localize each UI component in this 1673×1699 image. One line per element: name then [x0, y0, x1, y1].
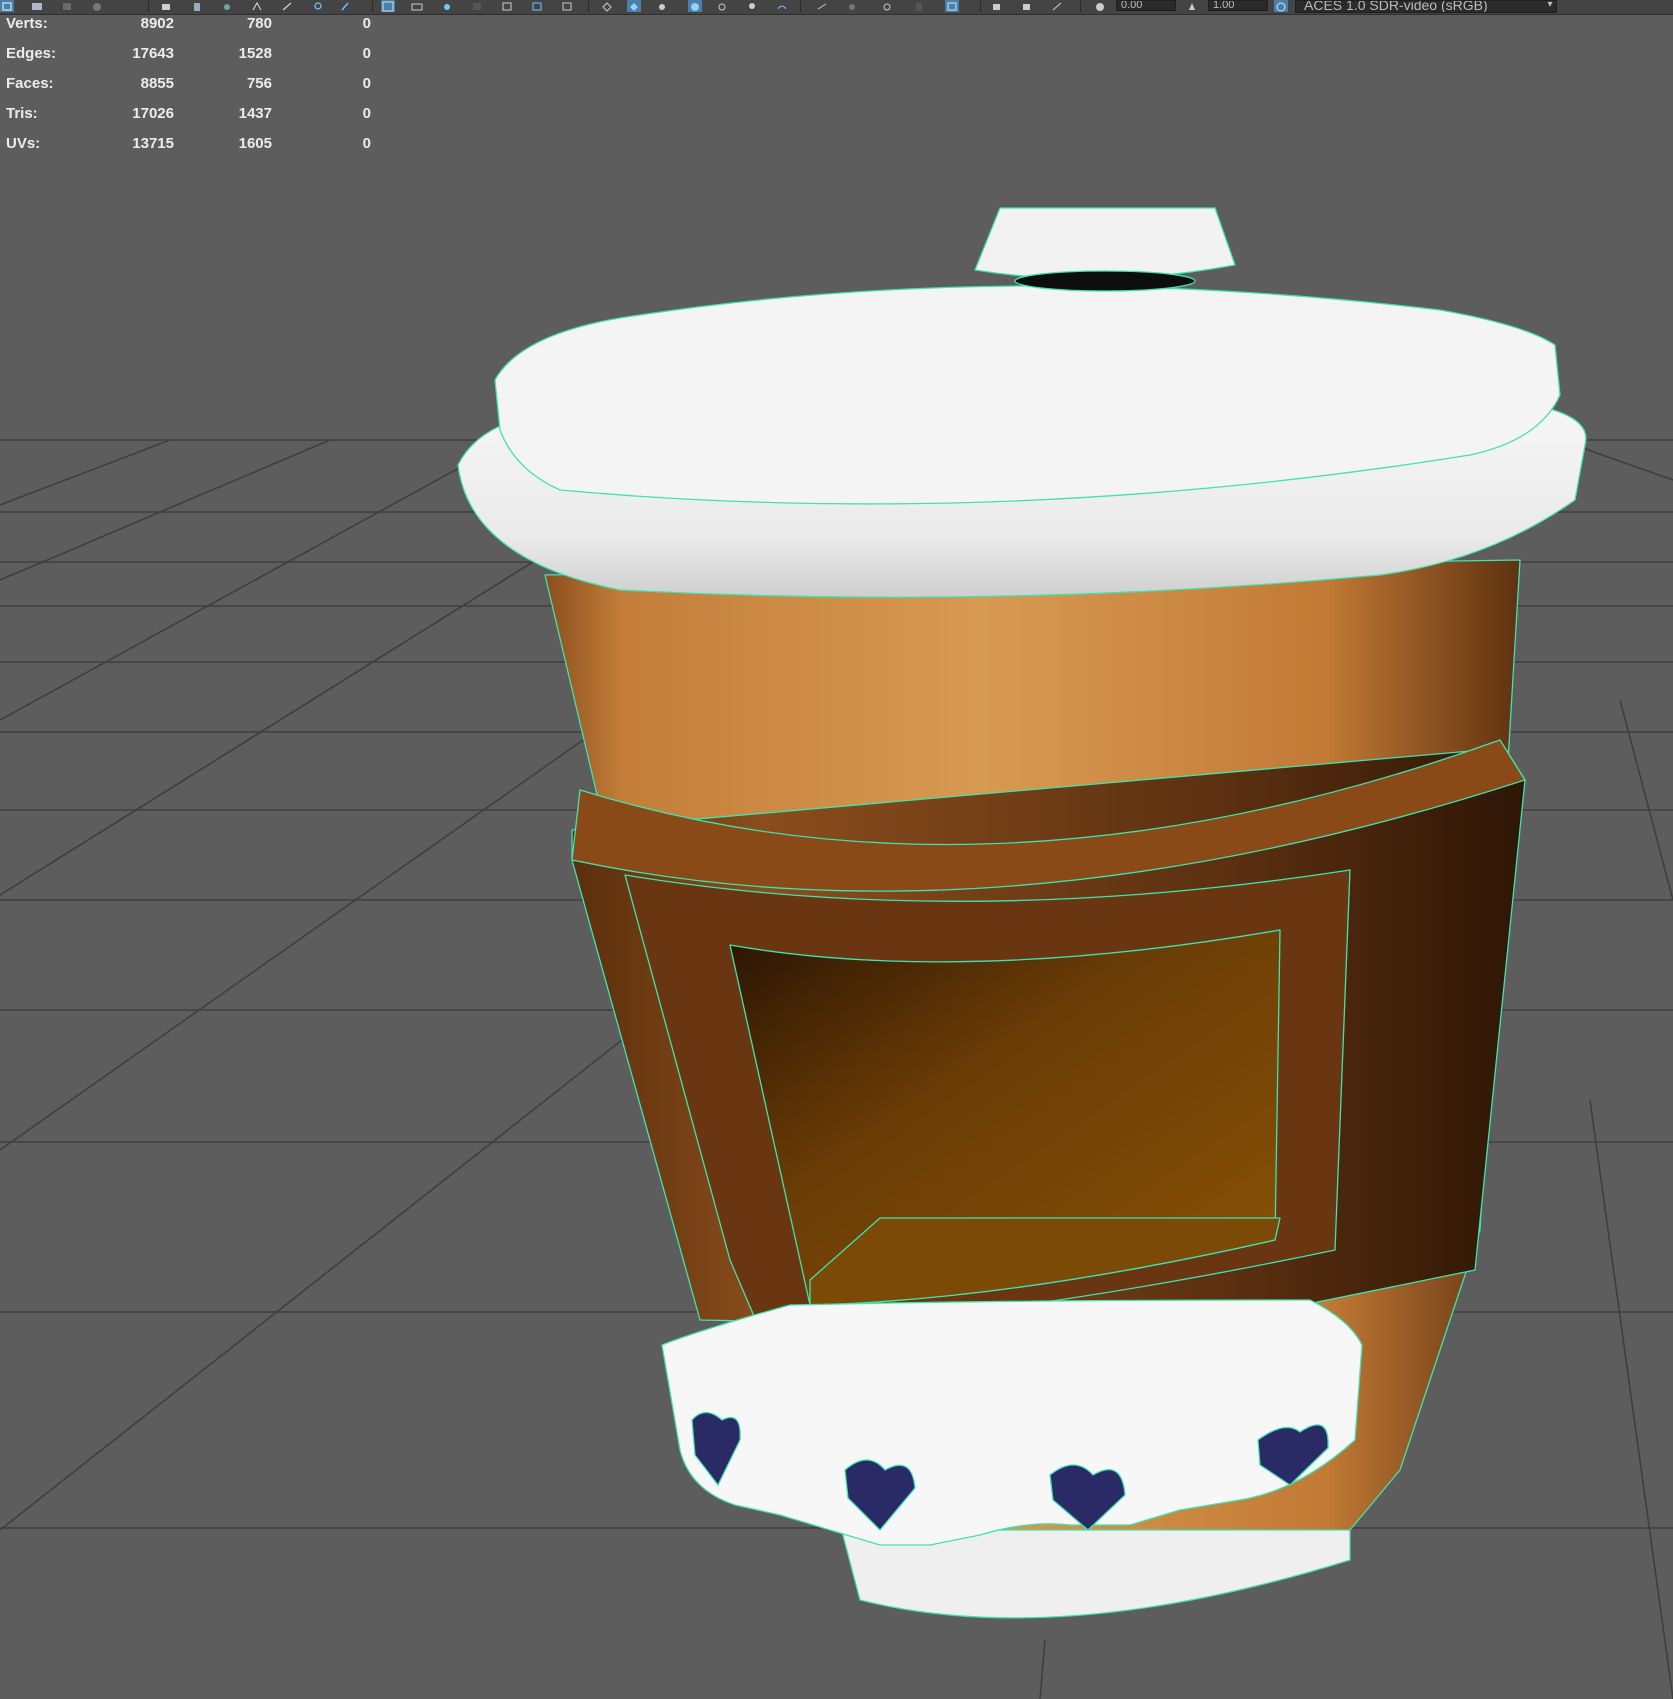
toolbar-separator	[980, 1, 981, 12]
view-transform-icon[interactable]	[1274, 0, 1288, 12]
gamma-control-icon[interactable]	[1185, 0, 1199, 12]
hud-value-selected: 756	[246, 75, 272, 92]
hud-label: UVs:	[6, 135, 41, 152]
ssao-icon[interactable]	[880, 0, 894, 12]
hud-value-uv: 0	[362, 45, 371, 62]
smooth-shade-icon[interactable]	[312, 0, 326, 12]
safe-action-icon[interactable]	[220, 0, 234, 12]
select-tool-icon[interactable]	[0, 0, 14, 12]
chevron-down-icon[interactable]: ▾	[1543, 0, 1557, 12]
lid-drink-hole	[1014, 270, 1196, 292]
film-gate-icon[interactable]	[160, 0, 174, 12]
toolbar-separator	[148, 1, 149, 12]
hud-value-uv: 0	[362, 135, 371, 152]
gamma-icon[interactable]	[600, 0, 614, 12]
hud-value-scene: 17643	[132, 45, 174, 62]
default-material-icon[interactable]	[688, 0, 702, 12]
depth-of-field-icon[interactable]	[845, 0, 859, 12]
hud-value-uv: 0	[362, 105, 371, 122]
textured-icon[interactable]	[338, 0, 352, 12]
hud-value-selected: 1528	[238, 45, 272, 62]
lights-icon[interactable]	[381, 0, 395, 12]
lid-spout	[974, 207, 1236, 280]
toolbar-separator	[372, 1, 373, 12]
hud-row-verts: Verts: 8902 780 0	[0, 14, 380, 44]
hud-value-uv: 0	[362, 75, 371, 92]
toolbar-separator	[800, 1, 801, 12]
hud-value-scene: 8902	[140, 15, 174, 32]
hud-label: Faces:	[6, 75, 54, 92]
shading-toggle-icon[interactable]	[655, 0, 669, 12]
grid-icon[interactable]	[190, 0, 204, 12]
hud-label: Edges:	[6, 45, 57, 62]
hud-value-scene: 17026	[132, 105, 174, 122]
resolution-gate-icon[interactable]	[250, 0, 264, 12]
shadows-icon[interactable]	[410, 0, 424, 12]
bookmark-icon[interactable]	[1020, 0, 1034, 12]
hud-value-uv: 0	[362, 15, 371, 32]
viewport[interactable]	[0, 0, 1673, 1699]
hud-row-faces: Faces: 8855 756 0	[0, 74, 380, 104]
xray-icon[interactable]	[500, 0, 514, 12]
viewport-toolbar: 0.00 1.00 ACES 1.0 SDR-video (sRGB) ▾	[0, 0, 1673, 15]
image-plane-icon[interactable]	[1050, 0, 1064, 12]
exposure-field[interactable]: 0.00	[1116, 0, 1176, 11]
coffee-cup-model[interactable]	[457, 207, 1587, 1619]
xray-joints-icon[interactable]	[530, 0, 544, 12]
hud-label: Tris:	[6, 105, 38, 122]
color-management-icon[interactable]	[627, 0, 641, 12]
toolbar-separator	[1080, 1, 1081, 12]
exposure-icon[interactable]	[560, 0, 574, 12]
toolbar-separator	[588, 1, 589, 12]
ambient-occlusion-icon[interactable]	[440, 0, 454, 12]
isolate-select-icon[interactable]	[470, 0, 484, 12]
paint-select-icon[interactable]	[60, 0, 74, 12]
hud-row-uvs: UVs: 13715 1605 0	[0, 134, 380, 164]
hud-value-selected: 780	[246, 15, 272, 32]
exposure-control-icon[interactable]	[1093, 0, 1107, 12]
hud-row-tris: Tris: 17026 1437 0	[0, 104, 380, 134]
lasso-icon[interactable]	[30, 0, 44, 12]
hud-label: Verts:	[6, 15, 48, 32]
hud-value-selected: 1437	[238, 105, 272, 122]
hud-row-edges: Edges: 17643 1528 0	[0, 44, 380, 74]
poly-count-hud: Verts: 8902 780 0 Edges: 17643 1528 0 Fa…	[0, 14, 380, 164]
gamma-field[interactable]: 1.00	[1208, 0, 1268, 11]
hardware-fog-icon[interactable]	[912, 0, 926, 12]
color-space-dropdown[interactable]: ACES 1.0 SDR-video (sRGB)	[1295, 0, 1557, 13]
hud-value-scene: 13715	[132, 135, 174, 152]
hud-value-scene: 8855	[140, 75, 174, 92]
wireframe-icon[interactable]	[280, 0, 294, 12]
backface-culling-icon[interactable]	[715, 0, 729, 12]
anti-alias-icon[interactable]	[815, 0, 829, 12]
camera-icon[interactable]	[90, 0, 104, 12]
motion-blur-icon[interactable]	[775, 0, 789, 12]
light-bulb-icon[interactable]	[745, 0, 759, 12]
camera-attr-icon[interactable]	[990, 0, 1004, 12]
hud-value-selected: 1605	[238, 135, 272, 152]
two-sided-lighting-icon[interactable]	[945, 0, 959, 12]
